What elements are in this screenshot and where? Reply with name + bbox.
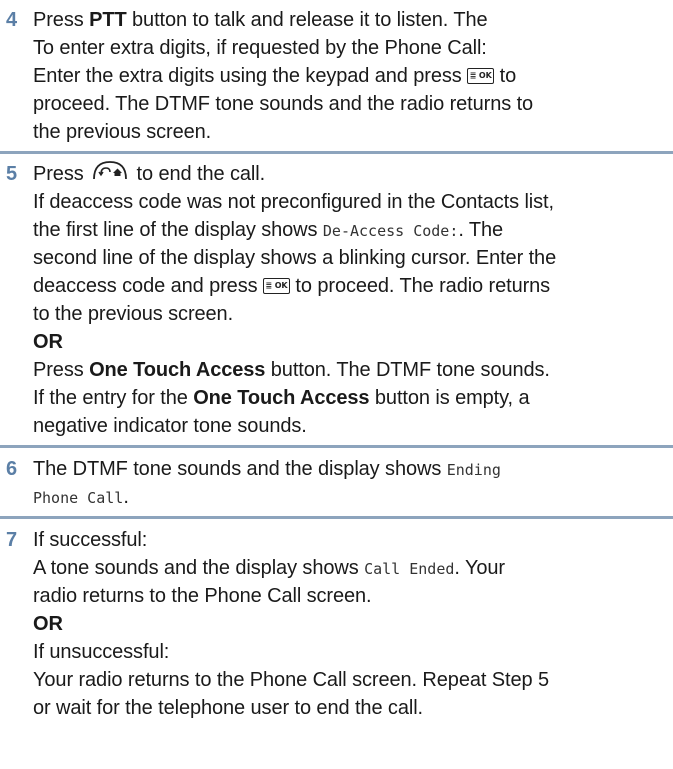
text-line: To enter extra digits, if requested by t… — [33, 37, 487, 59]
text-line: the previous screen. — [33, 121, 212, 143]
step-content: Press to end the call. If deaccess code … — [33, 160, 673, 440]
menu-ok-key-icon: ≣ OK — [262, 278, 290, 294]
text-line: Your radio returns to the Phone Call scr… — [33, 669, 550, 691]
text-line: OR — [33, 613, 63, 635]
text-line: Phone Call. — [33, 486, 129, 508]
text-line: proceed. The DTMF tone sounds and the ra… — [33, 93, 534, 115]
text-line: to the previous screen. — [33, 303, 234, 325]
step-content: The DTMF tone sounds and the display sho… — [33, 455, 673, 511]
step-content: If successful: A tone sounds and the dis… — [33, 526, 673, 722]
menu-ok-key-icon: ≣ OK — [467, 68, 495, 84]
text-line: second line of the display shows a blink… — [33, 247, 557, 269]
text-line: If deaccess code was not preconfigured i… — [33, 191, 554, 213]
text-line: deaccess code and press ≣ OK to proceed.… — [33, 275, 551, 297]
step-number: 7 — [6, 529, 18, 551]
back-home-key-icon — [93, 160, 127, 179]
text-line: Enter the extra digits using the keypad … — [33, 65, 517, 87]
text-line: negative indicator tone sounds. — [33, 415, 307, 437]
text-line: radio returns to the Phone Call screen. — [33, 585, 372, 607]
text-line: OR — [33, 331, 63, 353]
text-line: The DTMF tone sounds and the display sho… — [33, 458, 501, 480]
text-line: Press to end the call. — [33, 160, 673, 188]
separator — [0, 445, 673, 448]
text-line: or wait for the telephone user to end th… — [33, 697, 423, 719]
text-line: Press PTT button to talk and release it … — [33, 9, 488, 31]
separator — [0, 516, 673, 519]
text-line: the first line of the display shows De-A… — [33, 219, 504, 241]
text-line: If successful: — [33, 529, 148, 551]
step-number: 5 — [6, 163, 18, 185]
text-line: If unsuccessful: — [33, 641, 170, 663]
step-number: 6 — [6, 458, 18, 480]
text-line: If the entry for the One Touch Access bu… — [33, 387, 530, 409]
step-content: Press PTT button to talk and release it … — [33, 6, 673, 146]
step-number: 4 — [6, 9, 18, 31]
text-line: Press One Touch Access button. The DTMF … — [33, 359, 550, 381]
separator — [0, 151, 673, 154]
text-line: A tone sounds and the display shows Call… — [33, 557, 505, 579]
